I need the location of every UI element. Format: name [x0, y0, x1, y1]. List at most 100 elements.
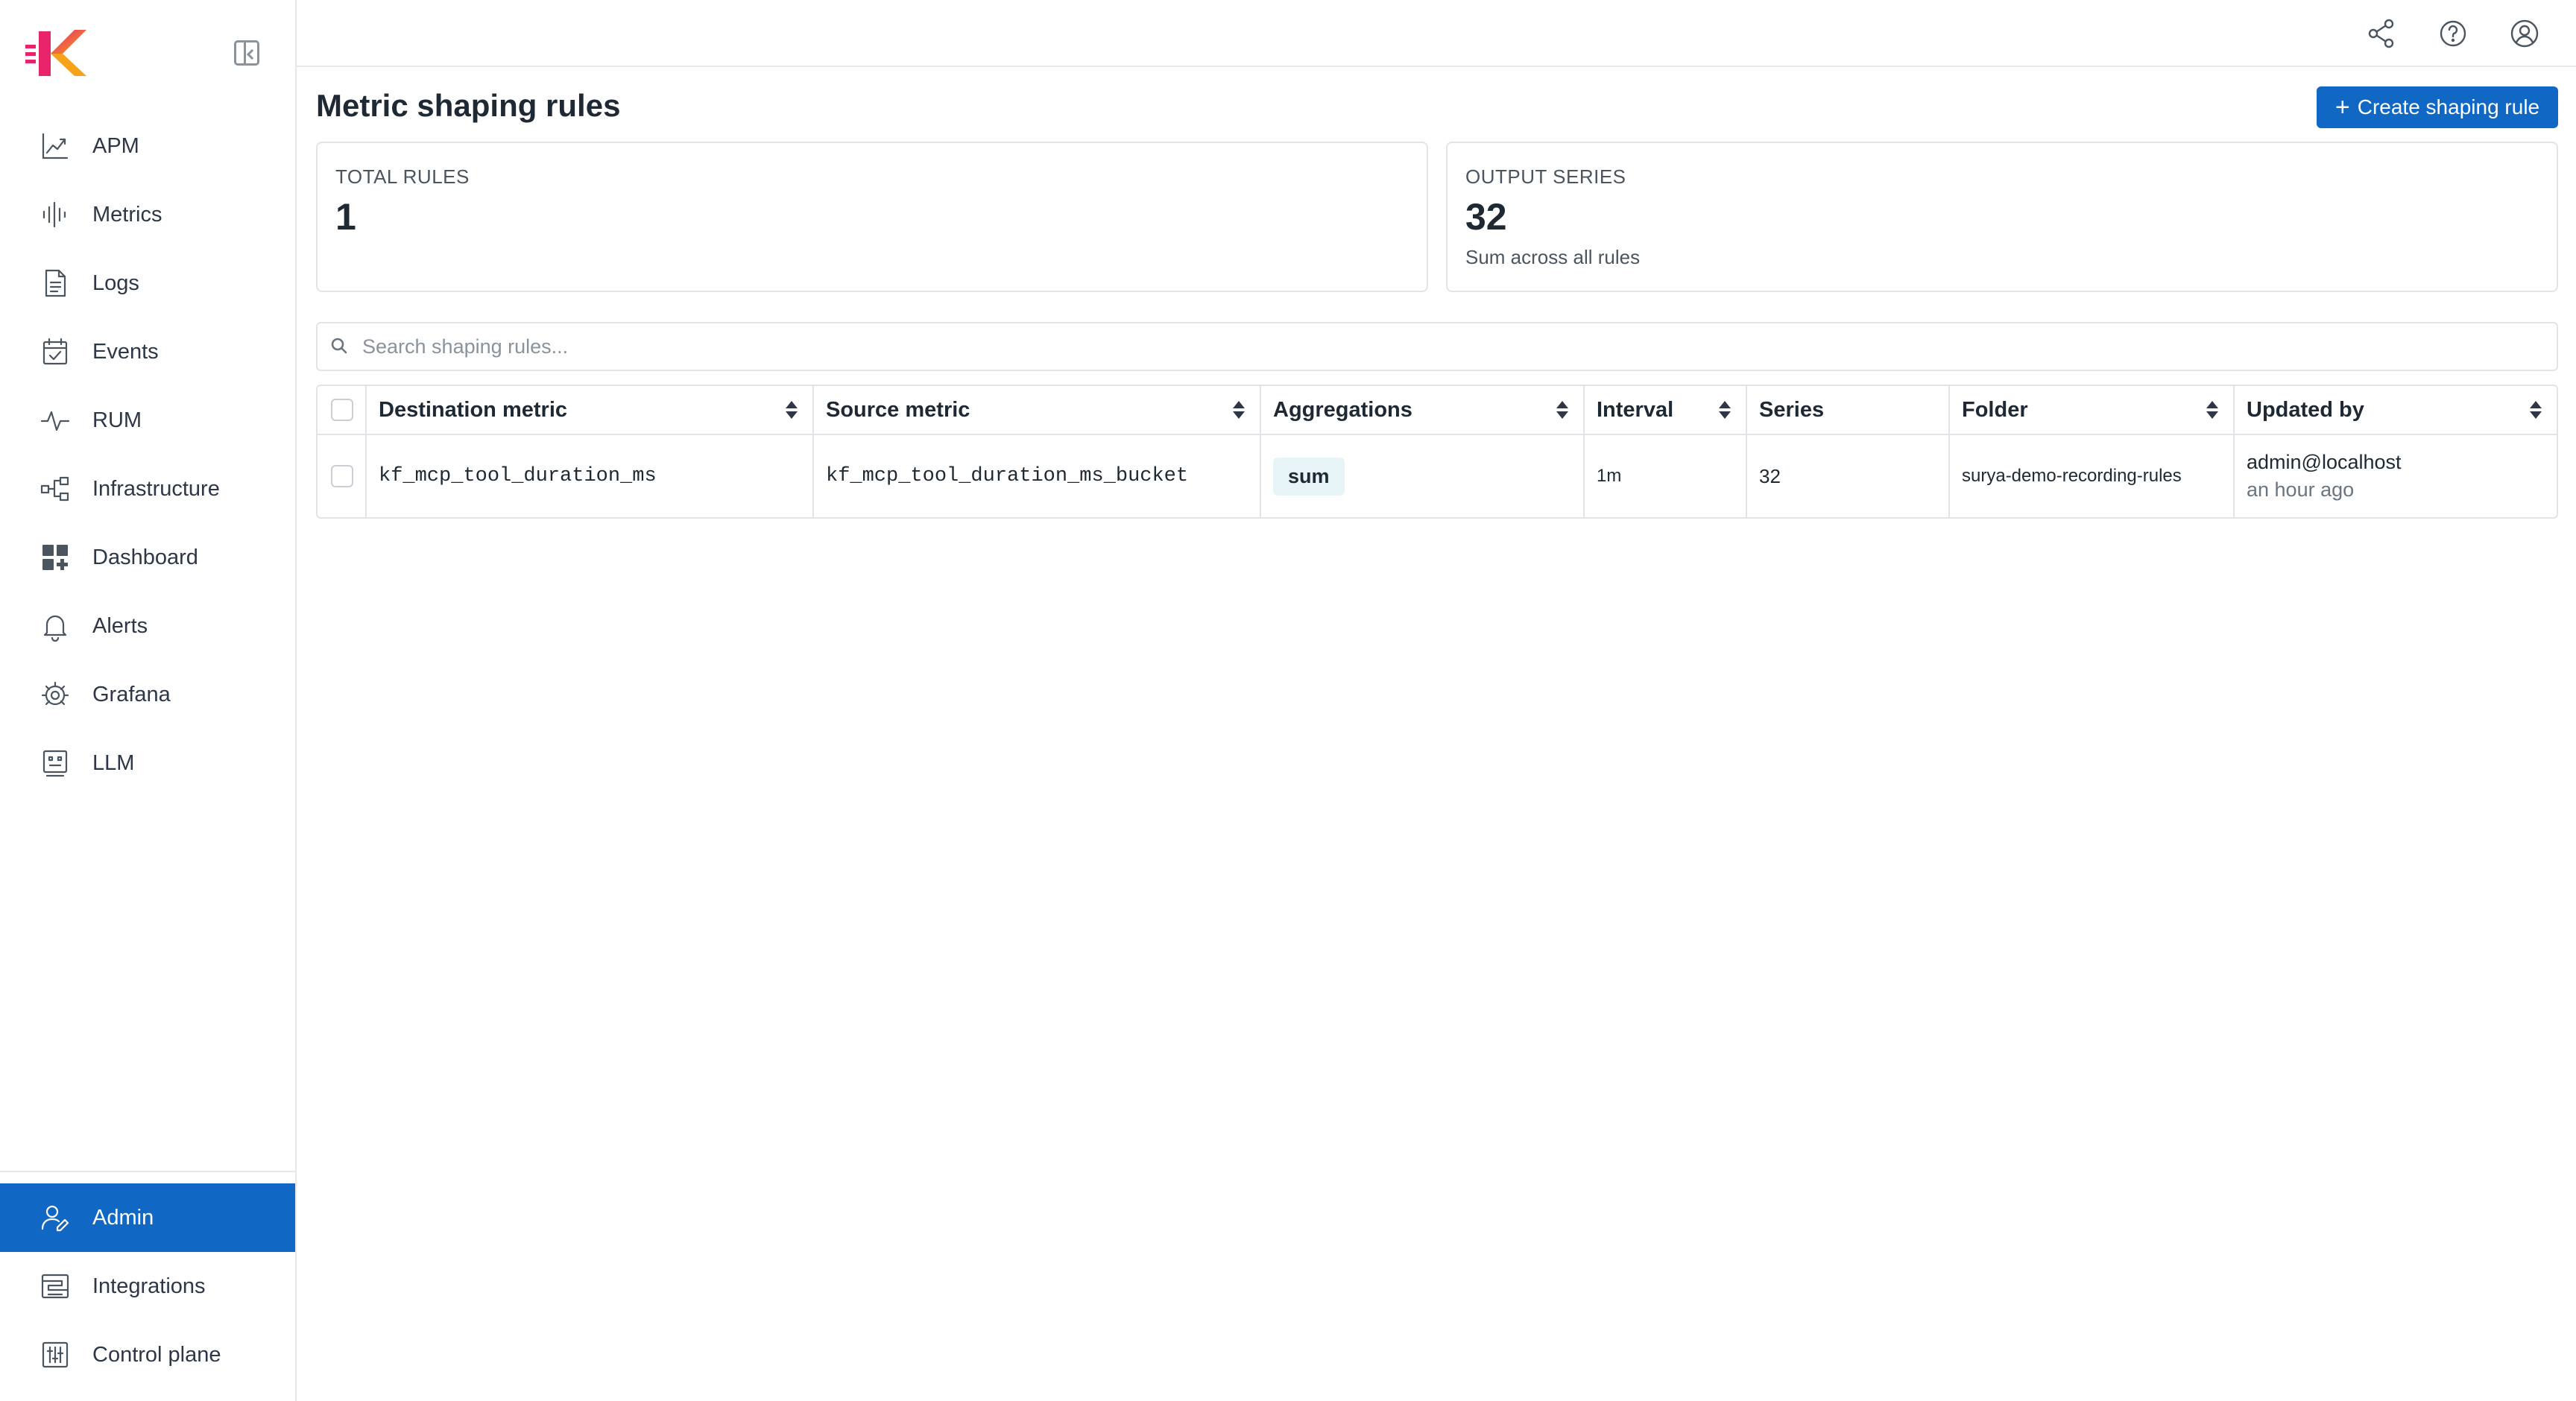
row-checkbox[interactable]: [331, 465, 353, 487]
sidebar-item-label: Infrastructure: [92, 476, 220, 501]
destination-metric[interactable]: kf_mcp_tool_duration_ms: [379, 465, 657, 487]
sidebar-item-label: APM: [92, 133, 139, 158]
control-plane-sliders-icon: [39, 1338, 72, 1371]
sidebar-item-logs[interactable]: Logs: [0, 249, 295, 317]
brand-logo[interactable]: [25, 28, 88, 78]
sidebar-item-label: Metrics: [92, 202, 162, 227]
sidebar-item-admin[interactable]: Admin: [0, 1183, 295, 1252]
sidebar-item-apm[interactable]: APM: [0, 112, 295, 180]
row-select-cell: [318, 435, 367, 517]
main-nav: APM Metrics Logs Events RUM Infrastructu…: [0, 112, 295, 797]
aggregation-badge: sum: [1273, 457, 1345, 496]
bottom-nav: Admin Integrations Control plane: [0, 1183, 295, 1389]
sidebar-item-integrations[interactable]: Integrations: [0, 1252, 295, 1321]
interval-value: 1m: [1597, 466, 1622, 486]
series-cell: 32: [1747, 435, 1950, 517]
table-row[interactable]: kf_mcp_tool_duration_ms kf_mcp_tool_dura…: [318, 435, 2557, 517]
output-series-subtitle: Sum across all rules: [1465, 246, 1641, 268]
folder-value: surya-demo-recording-rules: [1962, 466, 2182, 486]
sidebar-item-label: Alerts: [92, 613, 148, 638]
user-profile-icon[interactable]: [2507, 16, 2542, 51]
series-value: 32: [1759, 464, 1781, 487]
sidebar-item-metrics[interactable]: Metrics: [0, 180, 295, 249]
dashboard-grid-icon: [39, 541, 72, 574]
metrics-waveform-icon: [39, 198, 72, 231]
total-rules-label: TOTAL RULES: [335, 165, 470, 188]
sort-icon[interactable]: [1719, 401, 1731, 420]
share-icon[interactable]: [2364, 16, 2399, 51]
column-label: Series: [1759, 397, 1825, 422]
table-header-row: Destination metric Source metric Aggrega…: [318, 386, 2557, 435]
column-header-folder[interactable]: Folder: [1950, 386, 2235, 434]
output-series-card: OUTPUT SERIES 32 Sum across all rules: [1446, 142, 2558, 292]
sidebar: APM Metrics Logs Events RUM Infrastructu…: [0, 0, 297, 1401]
sidebar-item-alerts[interactable]: Alerts: [0, 592, 295, 660]
updated-at: an hour ago: [2247, 478, 2355, 501]
search-input[interactable]: [362, 335, 2449, 358]
create-shaping-rule-button[interactable]: + Create shaping rule: [2317, 86, 2558, 128]
collapse-sidebar-button[interactable]: [234, 40, 259, 66]
sidebar-divider: [0, 1171, 295, 1172]
sidebar-item-grafana[interactable]: Grafana: [0, 660, 295, 729]
grafana-gear-icon: [39, 678, 72, 711]
search-box: [316, 322, 2558, 371]
sidebar-item-label: Integrations: [92, 1274, 206, 1298]
select-all-cell: [318, 386, 367, 434]
top-bar: [297, 0, 2576, 67]
column-label: Folder: [1962, 397, 2028, 422]
sidebar-item-rum[interactable]: RUM: [0, 386, 295, 455]
sidebar-item-llm[interactable]: LLM: [0, 729, 295, 797]
column-header-updated-by[interactable]: Updated by: [2235, 386, 2557, 434]
page-title: Metric shaping rules: [316, 88, 621, 123]
sort-icon[interactable]: [1233, 401, 1245, 420]
bell-icon: [39, 610, 72, 642]
sidebar-item-events[interactable]: Events: [0, 317, 295, 386]
sidebar-item-label: Admin: [92, 1205, 154, 1230]
sidebar-item-dashboard[interactable]: Dashboard: [0, 523, 295, 592]
sidebar-item-label: LLM: [92, 750, 135, 775]
apm-chart-icon: [39, 130, 72, 162]
column-header-series: Series: [1747, 386, 1950, 434]
destination-metric-cell: kf_mcp_tool_duration_ms: [367, 435, 814, 517]
events-calendar-icon: [39, 335, 72, 368]
sidebar-item-label: Grafana: [92, 682, 171, 706]
total-rules-value: 1: [335, 196, 356, 238]
plus-icon: +: [2334, 93, 2350, 121]
output-series-label: OUTPUT SERIES: [1465, 165, 1626, 188]
column-header-aggregations[interactable]: Aggregations: [1261, 386, 1585, 434]
sidebar-item-control-plane[interactable]: Control plane: [0, 1321, 295, 1389]
column-label: Updated by: [2247, 397, 2364, 422]
shaping-rules-table: Destination metric Source metric Aggrega…: [316, 385, 2558, 519]
column-label: Aggregations: [1273, 397, 1412, 422]
column-label: Interval: [1597, 397, 1674, 422]
updated-by-user: admin@localhost: [2247, 451, 2402, 473]
search-icon: [329, 336, 350, 357]
column-header-interval[interactable]: Interval: [1585, 386, 1747, 434]
sort-icon[interactable]: [1556, 401, 1568, 420]
total-rules-card: TOTAL RULES 1: [316, 142, 1428, 292]
integrations-icon: [39, 1270, 72, 1303]
admin-user-icon: [39, 1201, 72, 1234]
help-icon[interactable]: [2436, 16, 2470, 51]
column-header-destination[interactable]: Destination metric: [367, 386, 814, 434]
sort-icon[interactable]: [786, 401, 798, 420]
sidebar-item-label: Dashboard: [92, 545, 198, 569]
updated-by-cell: admin@localhost an hour ago: [2235, 435, 2557, 517]
sidebar-item-label: Control plane: [92, 1342, 221, 1367]
sidebar-item-infrastructure[interactable]: Infrastructure: [0, 455, 295, 523]
sidebar-item-label: Logs: [92, 271, 139, 295]
column-label: Source metric: [826, 397, 970, 422]
source-metric: kf_mcp_tool_duration_ms_bucket: [826, 465, 1189, 487]
column-label: Destination metric: [379, 397, 567, 422]
aggregations-cell: sum: [1261, 435, 1585, 517]
sort-icon[interactable]: [2530, 401, 2542, 420]
rum-pulse-icon: [39, 404, 72, 437]
interval-cell: 1m: [1585, 435, 1747, 517]
source-metric-cell: kf_mcp_tool_duration_ms_bucket: [814, 435, 1261, 517]
llm-robot-icon: [39, 747, 72, 779]
select-all-checkbox[interactable]: [331, 399, 353, 421]
logs-document-icon: [39, 267, 72, 300]
sort-icon[interactable]: [2206, 401, 2218, 420]
create-button-label: Create shaping rule: [2357, 95, 2540, 118]
column-header-source[interactable]: Source metric: [814, 386, 1261, 434]
